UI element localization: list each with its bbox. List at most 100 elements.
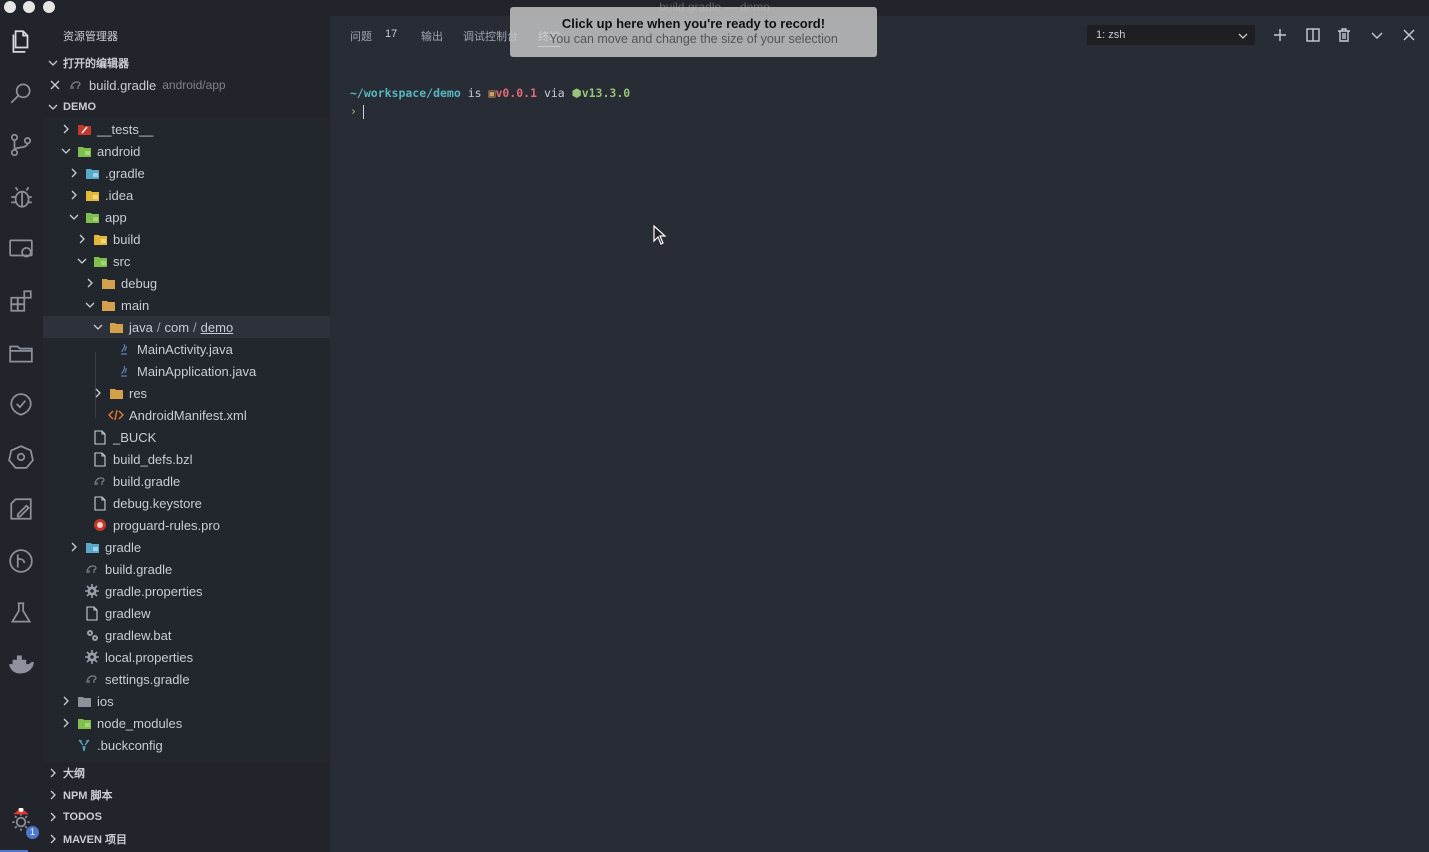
- tree-item[interactable]: gradle: [43, 536, 330, 558]
- gradle-file-icon: [84, 561, 100, 577]
- chevron-right-icon: [43, 768, 63, 778]
- tree-item-label: .gradle: [105, 165, 145, 181]
- tree-item[interactable]: main: [43, 294, 330, 316]
- gear-icon: [84, 583, 100, 599]
- tree-item[interactable]: __tests__: [43, 118, 330, 140]
- tree-item[interactable]: build_defs.bzl: [43, 448, 330, 470]
- split-terminal-button[interactable]: [1303, 25, 1323, 45]
- tree-item[interactable]: build.gradle: [43, 558, 330, 580]
- tree-arrow-spacer: [67, 562, 81, 576]
- tree-item[interactable]: gradle.properties: [43, 580, 330, 602]
- tree-item[interactable]: android: [43, 140, 330, 162]
- chevron-right-icon: [91, 386, 105, 400]
- terminal-cursor: [362, 104, 364, 119]
- file-icon: [92, 451, 108, 467]
- tree-arrow-spacer: [67, 606, 81, 620]
- tree-item[interactable]: gradlew.bat: [43, 624, 330, 646]
- tree-item-label: _BUCK: [113, 429, 157, 445]
- tree-item-label: build: [113, 231, 141, 247]
- tree-item[interactable]: debug.keystore: [43, 492, 330, 514]
- explorer-icon[interactable]: [6, 26, 36, 56]
- chevron-right-icon: [59, 122, 73, 136]
- tab-problems[interactable]: 问题: [350, 28, 372, 44]
- testing-flask-icon[interactable]: [6, 598, 36, 628]
- kubernetes-icon[interactable]: [6, 442, 36, 472]
- folder-icon[interactable]: [6, 338, 36, 368]
- tree-item[interactable]: build.gradle: [43, 470, 330, 492]
- search-icon[interactable]: [6, 78, 36, 108]
- open-editors-header[interactable]: 打开的编辑器: [43, 52, 330, 74]
- tree-item[interactable]: src: [43, 250, 330, 272]
- tree-item[interactable]: _BUCK: [43, 426, 330, 448]
- tree-arrow-spacer: [91, 408, 105, 422]
- path-segment[interactable]: com: [164, 320, 189, 335]
- outline-section-header[interactable]: 大纲: [43, 762, 330, 784]
- chevron-down-icon: [91, 320, 105, 334]
- project-root-header[interactable]: DEMO: [43, 96, 330, 118]
- close-icon: [1403, 29, 1415, 41]
- tree-item[interactable]: node_modules: [43, 712, 330, 734]
- tree-item[interactable]: settings.gradle: [43, 668, 330, 690]
- gradle-file-icon: [84, 671, 100, 687]
- settings-gear-icon[interactable]: 1: [6, 806, 39, 839]
- chevron-right-icon: [59, 716, 73, 730]
- tree-item[interactable]: debug: [43, 272, 330, 294]
- path-segment[interactable]: java: [129, 320, 153, 335]
- extensions-icon[interactable]: [6, 286, 36, 316]
- kill-terminal-button[interactable]: [1334, 25, 1354, 45]
- new-terminal-button[interactable]: [1270, 25, 1290, 45]
- tree-item[interactable]: res: [43, 382, 330, 404]
- tree-item[interactable]: local.properties: [43, 646, 330, 668]
- tree-item-label: proguard-rules.pro: [113, 517, 220, 533]
- terminal-select[interactable]: 1: zsh: [1087, 25, 1255, 45]
- remote-explorer-icon[interactable]: [6, 234, 36, 264]
- npm-scripts-section-header[interactable]: NPM 脚本: [43, 784, 330, 806]
- tree-arrow-spacer: [75, 430, 89, 444]
- tab-output[interactable]: 输出: [421, 28, 443, 44]
- debug-icon[interactable]: [6, 182, 36, 212]
- close-icon[interactable]: [45, 80, 65, 90]
- pencil-drawing-icon[interactable]: [6, 494, 36, 524]
- maven-projects-section-header[interactable]: MAVEN 项目: [43, 828, 330, 850]
- todos-section-header[interactable]: TODOS: [43, 806, 330, 828]
- folder-tests-icon: [76, 121, 92, 137]
- open-editor-item[interactable]: build.gradle android/app: [43, 74, 330, 96]
- tree-item[interactable]: gradlew: [43, 602, 330, 624]
- terminal-line: ~/workspace/demo is ▣v0.0.1 via ⬢v13.3.0: [350, 86, 631, 100]
- tree-item[interactable]: AndroidManifest.xml: [43, 404, 330, 426]
- file-icon: [84, 605, 100, 621]
- tree-arrow-spacer: [67, 672, 81, 686]
- tree-item-label: android: [97, 143, 141, 159]
- recording-overlay[interactable]: Click up here when you're ready to recor…: [510, 7, 877, 57]
- chevron-right-icon: [59, 694, 73, 708]
- terminal-output[interactable]: ~/workspace/demo is ▣v0.0.1 via ⬢v13.3.0…: [350, 84, 630, 120]
- tree-item-label: build.gradle: [105, 561, 173, 577]
- folder-icon: [100, 297, 116, 313]
- folder-icon: [92, 253, 108, 269]
- chevron-down-icon: [43, 102, 63, 112]
- folder-icon: [92, 231, 108, 247]
- docker-icon[interactable]: [6, 650, 36, 680]
- tree-item[interactable]: MainActivity.java: [43, 338, 330, 360]
- tree-item[interactable]: ios: [43, 690, 330, 712]
- tree-item[interactable]: .buckconfig: [43, 734, 330, 756]
- tree-item-label: .buckconfig: [97, 737, 163, 753]
- git-graph-icon[interactable]: [6, 546, 36, 576]
- close-panel-button[interactable]: [1399, 25, 1419, 45]
- tree-item-label: gradle: [105, 539, 142, 555]
- test-check-icon[interactable]: [6, 390, 36, 420]
- tree-item[interactable]: MainApplication.java: [43, 360, 330, 382]
- tree-item-label: settings.gradle: [105, 671, 190, 687]
- tree-item[interactable]: build: [43, 228, 330, 250]
- gradle-file-icon: [92, 473, 108, 489]
- tree-item[interactable]: app: [43, 206, 330, 228]
- tree-item[interactable]: .gradle: [43, 162, 330, 184]
- tree-item[interactable]: proguard-rules.pro: [43, 514, 330, 536]
- path-segment[interactable]: demo: [201, 320, 234, 335]
- tree-item[interactable]: java / com / demo: [43, 316, 330, 338]
- tree-item[interactable]: .idea: [43, 184, 330, 206]
- source-control-icon[interactable]: [6, 130, 36, 160]
- maximize-panel-button[interactable]: [1367, 25, 1387, 45]
- panel-tabs: 问题 17 输出 调试控制台 终端 1: zsh: [330, 16, 1429, 54]
- chevron-right-icon: [43, 790, 63, 800]
